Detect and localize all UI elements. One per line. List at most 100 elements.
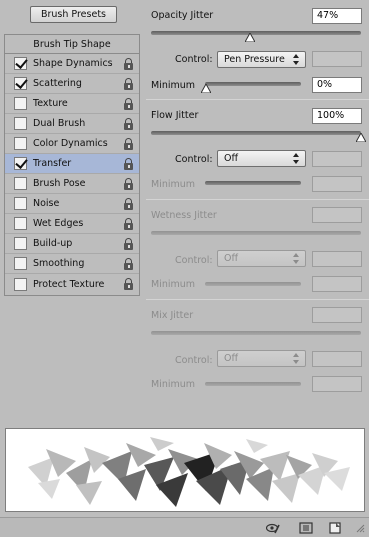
brush-option-noise[interactable]: Noise <box>5 194 139 214</box>
lock-icon[interactable] <box>124 118 133 130</box>
brush-option-label: Texture <box>33 98 68 109</box>
brush-stroke-preview <box>5 428 365 512</box>
lock-icon[interactable] <box>124 258 133 270</box>
brush-option-label: Scattering <box>33 78 82 89</box>
checkbox-protect-texture[interactable] <box>14 277 27 291</box>
opacity-control-value: Pen Pressure <box>224 54 285 65</box>
checkbox-texture[interactable] <box>14 97 27 110</box>
wetness-minimum-label: Minimum <box>151 279 196 290</box>
flow-minimum-track <box>205 181 301 185</box>
section-divider <box>146 199 369 200</box>
opacity-minimum-slider-thumb[interactable] <box>201 84 211 93</box>
flow-control-extra-field <box>312 151 362 167</box>
checkbox-dual-brush[interactable] <box>14 117 27 130</box>
flow-minimum-label: Minimum <box>151 179 196 190</box>
brush-option-label: Dual Brush <box>33 118 86 129</box>
brush-option-label: Wet Edges <box>33 218 84 229</box>
brush-option-label: Smoothing <box>33 258 85 269</box>
opacity-jitter-track[interactable] <box>151 31 361 35</box>
opacity-jitter-label: Opacity Jitter <box>151 10 214 21</box>
mix-control-extra-field <box>312 351 362 367</box>
brush-settings-list: Brush Tip Shape Shape Dynamics Scattering… <box>4 34 140 296</box>
brush-option-protect-texture[interactable]: Protect Texture <box>5 274 139 294</box>
checkbox-shape-dynamics[interactable] <box>14 57 27 70</box>
checkbox-wet-edges[interactable] <box>14 217 27 230</box>
lock-icon[interactable] <box>124 58 133 70</box>
checkbox-build-up[interactable] <box>14 237 27 250</box>
brush-option-shape-dynamics[interactable]: Shape Dynamics <box>5 54 139 74</box>
checkbox-noise[interactable] <box>14 197 27 210</box>
select-arrows-icon <box>293 353 300 364</box>
brush-presets-button[interactable]: Brush Presets <box>30 6 117 23</box>
flow-control-select[interactable]: Off <box>217 150 306 167</box>
checkbox-transfer[interactable] <box>14 157 27 170</box>
opacity-minimum-track[interactable] <box>205 82 301 86</box>
flow-jitter-label: Flow Jitter <box>151 110 199 121</box>
lock-icon[interactable] <box>124 138 133 150</box>
wetness-jitter-track <box>151 231 361 235</box>
checkbox-smoothing[interactable] <box>14 257 27 270</box>
brush-option-transfer[interactable]: Transfer <box>5 154 139 174</box>
mix-minimum-label: Minimum <box>151 379 196 390</box>
mix-control-value: Off <box>224 353 239 364</box>
flow-jitter-slider-thumb[interactable] <box>356 133 366 142</box>
mix-control-select: Off <box>217 350 306 367</box>
mix-control-label: Control: <box>175 355 213 366</box>
opacity-control-select[interactable]: Pen Pressure <box>217 51 306 68</box>
lock-icon[interactable] <box>124 98 133 110</box>
lock-icon[interactable] <box>124 158 133 170</box>
brush-option-texture[interactable]: Texture <box>5 94 139 114</box>
checkbox-scattering[interactable] <box>14 77 27 90</box>
brush-option-color-dynamics[interactable]: Color Dynamics <box>5 134 139 154</box>
mix-minimum-field <box>312 376 362 392</box>
brush-option-brush-pose[interactable]: Brush Pose <box>5 174 139 194</box>
wetness-control-label: Control: <box>175 255 213 266</box>
mix-minimum-track <box>205 382 301 386</box>
checkbox-color-dynamics[interactable] <box>14 137 27 150</box>
wetness-minimum-track <box>205 282 301 286</box>
wetness-control-select: Off <box>217 250 306 267</box>
opacity-jitter-field[interactable]: 47% <box>312 8 362 24</box>
mix-jitter-label: Mix Jitter <box>151 310 194 321</box>
flow-jitter-track[interactable] <box>151 131 361 135</box>
section-divider <box>146 99 369 100</box>
brush-option-wet-edges[interactable]: Wet Edges <box>5 214 139 234</box>
brush-option-label: Brush Pose <box>33 178 86 189</box>
flow-minimum-field <box>312 176 362 192</box>
mix-jitter-field <box>312 307 362 323</box>
lock-icon[interactable] <box>124 218 133 230</box>
brush-option-label: Build-up <box>33 238 73 249</box>
brush-option-label: Protect Texture <box>33 278 105 290</box>
brush-option-smoothing[interactable]: Smoothing <box>5 254 139 274</box>
checkbox-brush-pose[interactable] <box>14 177 27 190</box>
lock-icon[interactable] <box>124 78 133 90</box>
opacity-jitter-slider-thumb[interactable] <box>245 33 255 42</box>
opacity-minimum-label: Minimum <box>151 80 196 91</box>
flow-jitter-field[interactable]: 100% <box>312 108 362 124</box>
brush-option-build-up[interactable]: Build-up <box>5 234 139 254</box>
brush-stroke-shapes <box>28 437 350 507</box>
lock-icon[interactable] <box>124 238 133 250</box>
eye-brush-icon[interactable] <box>266 521 280 535</box>
lock-icon[interactable] <box>124 198 133 210</box>
select-arrows-icon <box>293 153 300 164</box>
resize-grip-icon[interactable] <box>356 524 365 533</box>
lock-icon[interactable] <box>124 178 133 190</box>
brush-option-scattering[interactable]: Scattering <box>5 74 139 94</box>
wetness-jitter-label: Wetness Jitter <box>151 210 217 221</box>
brush-tip-shape-item[interactable]: Brush Tip Shape <box>5 35 139 54</box>
grid-icon[interactable] <box>299 521 313 535</box>
opacity-control-label: Control: <box>175 54 213 65</box>
new-page-icon[interactable] <box>328 521 342 535</box>
select-arrows-icon <box>293 253 300 264</box>
bottom-toolbar <box>0 517 369 537</box>
brush-option-label: Shape Dynamics <box>33 58 113 69</box>
lock-icon[interactable] <box>124 278 133 290</box>
flow-control-value: Off <box>224 153 239 164</box>
brush-option-label: Transfer <box>33 158 72 169</box>
flow-control-label: Control: <box>175 154 213 165</box>
select-arrows-icon <box>293 54 300 65</box>
mix-jitter-track <box>151 331 361 335</box>
brush-option-dual-brush[interactable]: Dual Brush <box>5 114 139 134</box>
opacity-minimum-field[interactable]: 0% <box>312 77 362 93</box>
